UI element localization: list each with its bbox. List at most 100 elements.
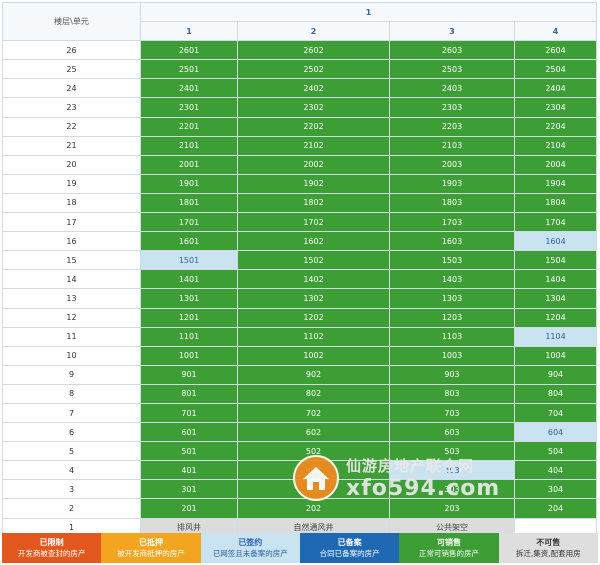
unit-cell[interactable]: 1203 — [389, 307, 515, 328]
unit-cell[interactable]: 1804 — [514, 192, 597, 214]
unit-cell[interactable]: 1103 — [389, 326, 515, 347]
unit-cell[interactable]: 804 — [514, 383, 597, 404]
unit-cell[interactable]: 1003 — [389, 345, 515, 366]
unit-cell[interactable]: 801 — [140, 383, 238, 404]
unit-cell[interactable]: 1402 — [237, 269, 390, 290]
unit-cell[interactable]: 302 — [237, 479, 390, 500]
unit-cell[interactable]: 1601 — [140, 231, 238, 252]
unit-cell[interactable]: 1001 — [140, 345, 238, 366]
unit-cell[interactable]: 1202 — [237, 307, 390, 328]
unit-cell[interactable]: 501 — [140, 441, 238, 462]
unit-cell[interactable]: 1004 — [514, 345, 597, 366]
unit-cell[interactable]: 1303 — [389, 288, 515, 309]
unit-cell[interactable]: 2301 — [140, 97, 238, 118]
unit-cell[interactable]: 2001 — [140, 154, 238, 175]
unit-cell[interactable]: 1702 — [237, 212, 390, 233]
unit-cell[interactable]: 2403 — [389, 78, 515, 99]
unit-cell[interactable]: 2604 — [514, 40, 597, 61]
unit-cell[interactable]: 1602 — [237, 231, 390, 252]
unit-cell[interactable]: 1501 — [140, 250, 238, 271]
unit-cell[interactable]: 204 — [514, 498, 597, 519]
unit-cell[interactable]: 2202 — [237, 116, 390, 137]
unit-cell[interactable]: 703 — [389, 402, 515, 424]
unit-cell[interactable]: 2503 — [389, 59, 515, 80]
unit-cell[interactable]: 2501 — [140, 59, 238, 80]
unit-cell[interactable]: 1204 — [514, 307, 597, 328]
unit-cell[interactable]: 1301 — [140, 288, 238, 309]
unit-cell[interactable]: 1603 — [389, 231, 515, 252]
unit-cell[interactable]: 602 — [237, 422, 390, 443]
unit-cell[interactable]: 2601 — [140, 40, 238, 61]
unit-cell[interactable]: 304 — [514, 479, 597, 500]
unit-cell[interactable]: 1502 — [237, 250, 390, 271]
unit-cell[interactable]: 1802 — [237, 192, 390, 214]
unit-cell[interactable]: 603 — [389, 422, 515, 443]
unit-cell[interactable]: 1201 — [140, 307, 238, 328]
unit-cell[interactable]: 1104 — [514, 326, 597, 347]
unit-cell[interactable]: 2303 — [389, 97, 515, 118]
unit-cell[interactable]: 1801 — [140, 192, 238, 214]
unit-cell[interactable]: 1302 — [237, 288, 390, 309]
unit-cell[interactable]: 1903 — [389, 173, 515, 194]
unit-cell[interactable]: 1904 — [514, 173, 597, 194]
unit-cell[interactable]: 2102 — [237, 135, 390, 156]
unit-cell[interactable]: 401 — [140, 460, 238, 481]
unit-cell[interactable]: 702 — [237, 402, 390, 424]
unit-cell[interactable]: 1101 — [140, 326, 238, 347]
unit-cell[interactable]: 2602 — [237, 40, 390, 61]
unit-cell[interactable]: 1504 — [514, 250, 597, 271]
unit-cell[interactable]: 904 — [514, 364, 597, 385]
unit-cell[interactable]: 403 — [389, 460, 515, 481]
unit-cell[interactable]: 1803 — [389, 192, 515, 214]
unit-cell[interactable]: 203 — [389, 498, 515, 519]
unit-cell[interactable]: 1503 — [389, 250, 515, 271]
unit-cell[interactable]: 604 — [514, 422, 597, 443]
unit-cell[interactable]: 502 — [237, 441, 390, 462]
unit-cell[interactable]: 404 — [514, 460, 597, 481]
unit-cell[interactable]: 1901 — [140, 173, 238, 194]
unit-cell[interactable]: 2103 — [389, 135, 515, 156]
unit-cell[interactable]: 1401 — [140, 269, 238, 290]
unit-cell[interactable]: 2304 — [514, 97, 597, 118]
unit-cell[interactable]: 2002 — [237, 154, 390, 175]
unit-cell[interactable]: 803 — [389, 383, 515, 404]
unit-cell[interactable]: 2101 — [140, 135, 238, 156]
unit-cell[interactable]: 2502 — [237, 59, 390, 80]
unit-cell[interactable]: 303 — [389, 479, 515, 500]
unit-cell[interactable]: 1002 — [237, 345, 390, 366]
unit-cell[interactable]: 2004 — [514, 154, 597, 175]
unit-cell[interactable]: 402 — [237, 460, 390, 481]
unit-cell[interactable]: 2404 — [514, 78, 597, 99]
unit-cell[interactable]: 1304 — [514, 288, 597, 309]
unit-cell[interactable]: 802 — [237, 383, 390, 404]
unit-cell[interactable]: 2402 — [237, 78, 390, 99]
unit-cell[interactable]: 2104 — [514, 135, 597, 156]
unit-cell[interactable]: 2201 — [140, 116, 238, 137]
unit-cell[interactable]: 1703 — [389, 212, 515, 233]
unit-cell[interactable]: 2003 — [389, 154, 515, 175]
unit-cell[interactable]: 601 — [140, 422, 238, 443]
unit-cell[interactable]: 701 — [140, 402, 238, 424]
unit-cell[interactable]: 2504 — [514, 59, 597, 80]
unit-cell[interactable]: 201 — [140, 498, 238, 519]
unit-cell[interactable]: 1102 — [237, 326, 390, 347]
unit-cell[interactable]: 1701 — [140, 212, 238, 233]
unit-cell[interactable]: 902 — [237, 364, 390, 385]
unit-cell[interactable]: 202 — [237, 498, 390, 519]
unit-cell[interactable]: 2603 — [389, 40, 515, 61]
unit-cell[interactable]: 1404 — [514, 269, 597, 290]
unit-cell[interactable]: 2401 — [140, 78, 238, 99]
unit-cell[interactable]: 1604 — [514, 231, 597, 252]
unit-cell[interactable]: 704 — [514, 402, 597, 424]
unit-cell[interactable]: 901 — [140, 364, 238, 385]
unit-cell[interactable]: 2302 — [237, 97, 390, 118]
unit-cell[interactable]: 2203 — [389, 116, 515, 137]
unit-cell[interactable]: 1902 — [237, 173, 390, 194]
unit-cell[interactable]: 1403 — [389, 269, 515, 290]
unit-cell[interactable]: 504 — [514, 441, 597, 462]
unit-cell[interactable]: 1704 — [514, 212, 597, 233]
unit-cell[interactable]: 503 — [389, 441, 515, 462]
unit-cell[interactable]: 301 — [140, 479, 238, 500]
unit-cell[interactable]: 903 — [389, 364, 515, 385]
unit-cell[interactable]: 2204 — [514, 116, 597, 137]
